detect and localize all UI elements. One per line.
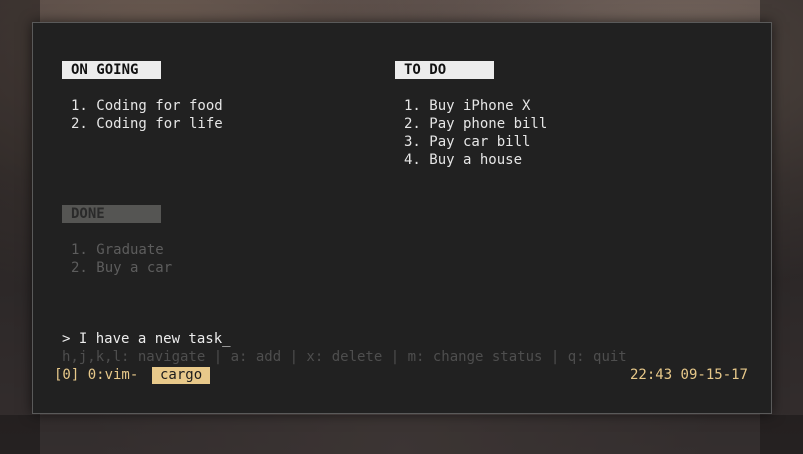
list-item[interactable]: 1. Graduate xyxy=(71,241,172,259)
todo-header: TO DO xyxy=(395,61,494,79)
list-item[interactable]: 1. Coding for food xyxy=(71,97,223,115)
wallpaper-strut xyxy=(0,415,803,454)
text-cursor: _ xyxy=(222,331,231,347)
list-item[interactable]: 1. Buy iPhone X xyxy=(404,97,547,115)
window-tab-cargo[interactable]: cargo xyxy=(152,367,211,384)
prompt-symbol: > xyxy=(62,331,79,347)
done-header: DONE xyxy=(62,205,161,223)
list-item[interactable]: 3. Pay car bill xyxy=(404,133,547,151)
tmux-statusbar: [0] 0:vim- cargo 22:43 09-15-17 xyxy=(54,366,748,385)
list-item[interactable]: 2. Pay phone bill xyxy=(404,115,547,133)
done-list: 1. Graduate 2. Buy a car xyxy=(71,241,172,277)
list-item[interactable]: 2. Coding for life xyxy=(71,115,223,133)
terminal-window[interactable]: ON GOING 1. Coding for food 2. Coding fo… xyxy=(32,22,772,414)
ongoing-list: 1. Coding for food 2. Coding for life xyxy=(71,97,223,133)
list-item[interactable]: 4. Buy a house xyxy=(404,151,547,169)
task-input[interactable]: > I have a new task_ xyxy=(62,330,231,348)
session-label[interactable]: [0] 0:vim- xyxy=(54,366,138,385)
todo-list: 1. Buy iPhone X 2. Pay phone bill 3. Pay… xyxy=(404,97,547,169)
task-input-value: I have a new task xyxy=(78,331,223,347)
status-clock: 22:43 09-15-17 xyxy=(629,367,748,383)
list-item[interactable]: 2. Buy a car xyxy=(71,259,172,277)
ongoing-header: ON GOING xyxy=(62,61,161,79)
keybinding-help: h,j,k,l: navigate | a: add | x: delete |… xyxy=(62,349,627,365)
